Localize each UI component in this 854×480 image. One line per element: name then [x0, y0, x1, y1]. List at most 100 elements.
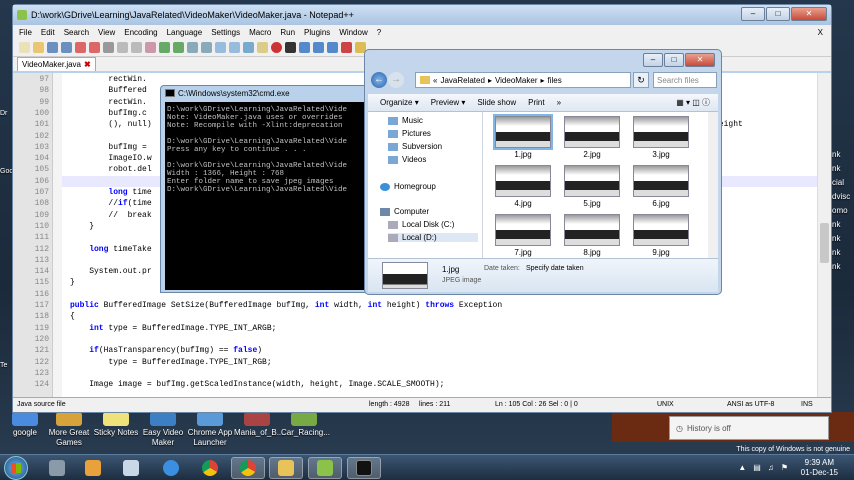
file-thumbnail[interactable]: 2.jpg [562, 116, 622, 159]
nav-item-homegroup[interactable]: Homegroup [380, 182, 436, 191]
tab-videomaker[interactable]: VideoMaker.java ✖ [17, 57, 96, 71]
open-file-icon[interactable] [33, 42, 44, 53]
desktop-fragment[interactable]: nk [832, 150, 854, 164]
close-document-icon[interactable]: X [818, 28, 823, 37]
nav-item-pictures[interactable]: Pictures [388, 129, 431, 138]
desktop-fragment[interactable]: omo [832, 206, 854, 220]
nav-item-videos[interactable]: Videos [388, 155, 426, 164]
print-button[interactable]: Print [528, 98, 544, 107]
taskbar-media-player[interactable] [76, 457, 110, 479]
cmd-output[interactable]: D:\work\GDrive\Learning\JavaRelated\Vide… [165, 102, 369, 290]
new-file-icon[interactable] [19, 42, 30, 53]
run-macro-icon[interactable] [313, 42, 324, 53]
desktop-fragment[interactable]: nk [832, 164, 854, 178]
zoom-out-icon[interactable] [229, 42, 240, 53]
notepadpp-titlebar[interactable]: D:\work\GDrive\Learning\JavaRelated\Vide… [13, 5, 831, 25]
preview-button[interactable]: Preview ▾ [431, 98, 466, 107]
clock[interactable]: 9:39 AM 01-Dec-15 [801, 458, 838, 478]
desktop-icon-games[interactable]: More Great Games [46, 412, 92, 448]
menu-help[interactable]: ? [377, 28, 381, 37]
organize-button[interactable]: Organize ▾ [380, 98, 419, 107]
taskbar-internet-explorer[interactable] [154, 457, 188, 479]
spellcheck-icon[interactable] [341, 42, 352, 53]
nav-item-local-d[interactable]: Local (D:) [388, 233, 478, 242]
menu-language[interactable]: Language [167, 28, 203, 37]
print-icon[interactable] [103, 42, 114, 53]
scroll-thumb[interactable] [820, 223, 829, 263]
taskbar-chrome[interactable] [193, 457, 227, 479]
search-input[interactable]: Search files [653, 72, 717, 88]
file-thumbnail[interactable]: 4.jpg [493, 165, 553, 208]
desktop-icon-easy-video-maker[interactable]: Easy Video Maker [140, 412, 186, 448]
close-button[interactable]: ✕ [791, 7, 827, 21]
file-thumbnail[interactable]: 8.jpg [562, 214, 622, 257]
menu-search[interactable]: Search [64, 28, 89, 37]
paste-icon[interactable] [145, 42, 156, 53]
vertical-scrollbar[interactable] [708, 112, 718, 258]
indent-guide-icon[interactable] [257, 42, 268, 53]
file-thumbnail[interactable]: 6.jpg [631, 165, 691, 208]
taskbar-explorer[interactable] [269, 457, 303, 479]
desktop-icon-car-racing[interactable]: Car_Racing... [281, 412, 330, 438]
breadcrumb-item[interactable]: VideoMaker [495, 76, 538, 85]
close-button[interactable]: ✕ [685, 53, 715, 67]
desktop-icon-google[interactable]: google [2, 412, 48, 438]
explorer-titlebar[interactable]: – □ ✕ ← → « JavaRelated ▸ VideoMaker ▸ f… [365, 50, 721, 94]
breadcrumb-overflow[interactable]: « [433, 76, 437, 85]
start-button[interactable] [4, 456, 28, 480]
minimize-button[interactable]: – [643, 53, 663, 67]
details-date-value[interactable]: Specify date taken [526, 265, 584, 272]
file-thumbnail[interactable]: 7.jpg [493, 214, 553, 257]
refresh-button[interactable]: ↻ [633, 72, 649, 88]
stop-macro-icon[interactable] [285, 42, 296, 53]
desktop-fragment[interactable]: nk [832, 234, 854, 248]
save-all-icon[interactable] [61, 42, 72, 53]
wrap-icon[interactable] [243, 42, 254, 53]
nav-item-computer[interactable]: Computer [380, 207, 429, 216]
menu-view[interactable]: View [98, 28, 115, 37]
nav-item-local-c[interactable]: Local Disk (C:) [388, 220, 454, 229]
file-thumbnail[interactable]: 3.jpg [631, 116, 691, 159]
view-options-icon[interactable]: ▦ ▾ ◫ ⓘ [676, 97, 710, 108]
cut-icon[interactable] [117, 42, 128, 53]
record-macro-icon[interactable] [271, 42, 282, 53]
minimize-button[interactable]: – [741, 7, 765, 21]
taskbar-notepadpp[interactable] [308, 457, 342, 479]
cmd-titlebar[interactable]: C:\Windows\system32\cmd.exe [161, 86, 371, 100]
file-thumbnail[interactable]: 9.jpg [631, 214, 691, 257]
taskbar-chrome-active[interactable] [231, 457, 265, 479]
desktop-fragment[interactable]: dvisc [832, 192, 854, 206]
undo-icon[interactable] [159, 42, 170, 53]
forward-button[interactable]: → [388, 72, 404, 88]
action-center-icon[interactable]: ⚑ [781, 463, 788, 472]
menu-window[interactable]: Window [339, 28, 367, 37]
file-thumbnail[interactable]: 5.jpg [562, 165, 622, 208]
menu-encoding[interactable]: Encoding [124, 28, 157, 37]
vertical-scrollbar[interactable] [817, 73, 831, 397]
taskbar-app[interactable] [40, 457, 74, 479]
desktop-icon-mania[interactable]: Mania_of_B... [234, 412, 283, 438]
menu-macro[interactable]: Macro [249, 28, 271, 37]
close-icon[interactable] [75, 42, 86, 53]
maximize-button[interactable]: □ [664, 53, 684, 67]
breadcrumb-item[interactable]: files [548, 76, 562, 85]
desktop-fragment[interactable]: nk [832, 262, 854, 276]
redo-icon[interactable] [173, 42, 184, 53]
show-hidden-icons-icon[interactable]: ▲ [738, 463, 746, 472]
play-macro-icon[interactable] [299, 42, 310, 53]
nav-item-subversion[interactable]: Subversion [388, 142, 442, 151]
menu-run[interactable]: Run [280, 28, 295, 37]
desktop-icon-chrome-app-launcher[interactable]: Chrome App Launcher [187, 412, 233, 448]
volume-icon[interactable]: ♫ [768, 463, 774, 472]
close-all-icon[interactable] [89, 42, 100, 53]
zoom-in-icon[interactable] [215, 42, 226, 53]
save-macro-icon[interactable] [327, 42, 338, 53]
menu-plugins[interactable]: Plugins [304, 28, 330, 37]
menu-file[interactable]: File [19, 28, 32, 37]
back-button[interactable]: ← [371, 72, 387, 88]
copy-icon[interactable] [131, 42, 142, 53]
save-icon[interactable] [47, 42, 58, 53]
file-thumbnail[interactable]: 1.jpg [493, 114, 553, 159]
slideshow-button[interactable]: Slide show [477, 98, 516, 107]
replace-icon[interactable] [201, 42, 212, 53]
